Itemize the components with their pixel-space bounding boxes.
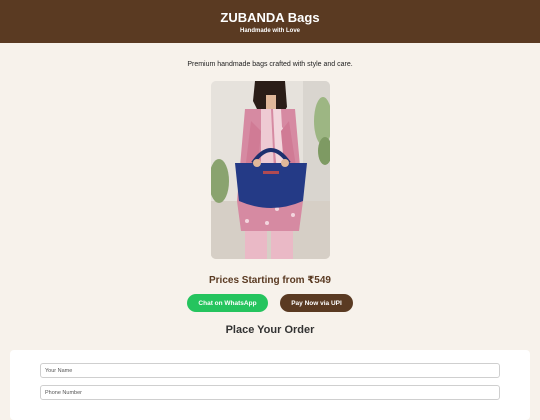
brand-tagline: Handmade with Love [239, 28, 300, 34]
brand-title: ZUBANDA Bags [220, 10, 320, 25]
price-heading: Prices Starting from ₹549 [208, 275, 331, 286]
pay-upi-button[interactable]: Pay Now via UPI [280, 294, 353, 312]
intro-text: Premium handmade bags crafted with style… [187, 61, 353, 68]
order-form [10, 350, 530, 420]
name-input[interactable] [40, 363, 500, 378]
product-photo [210, 81, 330, 259]
order-section-title: Place Your Order [225, 324, 315, 336]
product-photo-illustration [210, 81, 330, 259]
cta-buttons: Chat on WhatsApp Pay Now via UPI [0, 294, 540, 312]
site-header: ZUBANDA Bags Handmade with Love [0, 0, 540, 43]
product-image-container [0, 81, 540, 259]
whatsapp-button[interactable]: Chat on WhatsApp [187, 294, 268, 312]
phone-input[interactable] [40, 385, 500, 400]
